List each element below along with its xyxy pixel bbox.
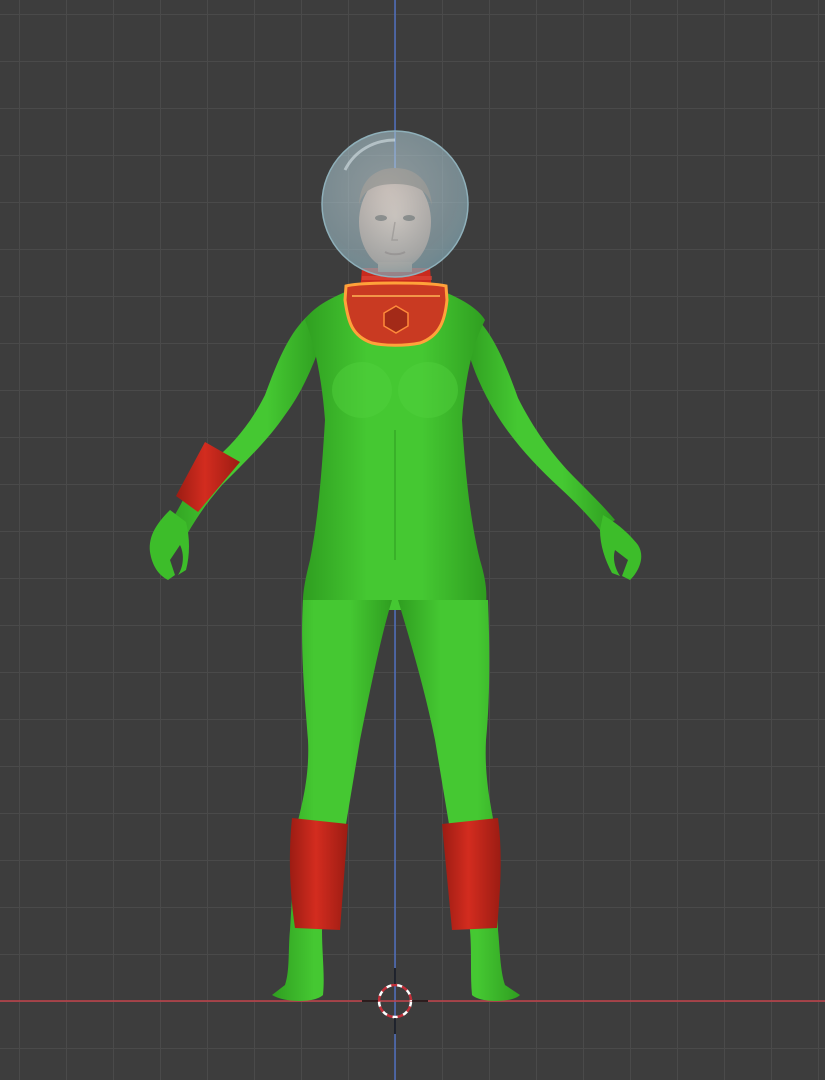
3d-viewport[interactable]	[0, 0, 825, 1080]
chest-emblem-icon	[383, 305, 409, 334]
right-hand	[600, 515, 642, 580]
right-leg-cuff	[442, 818, 501, 930]
helmet-dome	[321, 130, 469, 278]
chest-right	[398, 362, 458, 418]
chest-left	[332, 362, 392, 418]
left-leg-cuff	[289, 818, 348, 930]
left-hand	[149, 510, 189, 580]
viewport-scene	[0, 0, 825, 1080]
right-leg	[398, 600, 520, 1001]
right-arm	[465, 312, 615, 530]
left-leg	[272, 600, 392, 1001]
